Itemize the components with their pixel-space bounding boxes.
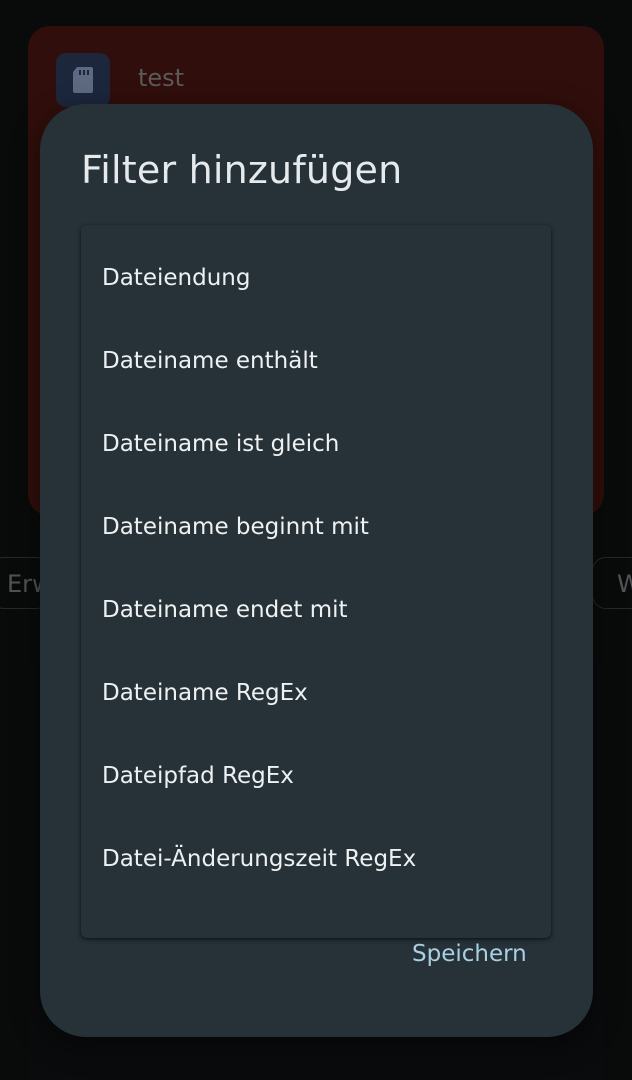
option-file-extension[interactable]: Dateiendung: [81, 237, 551, 320]
option-filepath-regex[interactable]: Dateipfad RegEx: [81, 735, 551, 818]
filter-options-list: Dateiendung Dateiname enthält Dateiname …: [81, 225, 551, 938]
option-filename-ends-with[interactable]: Dateiname endet mit: [81, 569, 551, 652]
option-filename-contains[interactable]: Dateiname enthält: [81, 320, 551, 403]
option-filename-starts-with[interactable]: Dateiname beginnt mit: [81, 486, 551, 569]
option-filename-regex[interactable]: Dateiname RegEx: [81, 652, 551, 735]
save-button[interactable]: Speichern: [400, 930, 539, 978]
option-file-modified-time-regex[interactable]: Datei-Änderungszeit RegEx: [81, 818, 551, 901]
add-filter-dialog: Filter hinzufügen Dateiendung Dateiname …: [40, 104, 593, 1037]
dialog-title: Filter hinzufügen: [81, 148, 403, 192]
option-filename-equals[interactable]: Dateiname ist gleich: [81, 403, 551, 486]
screen: test Erw W Filter hinzufügen Dateiendung…: [0, 0, 632, 1080]
